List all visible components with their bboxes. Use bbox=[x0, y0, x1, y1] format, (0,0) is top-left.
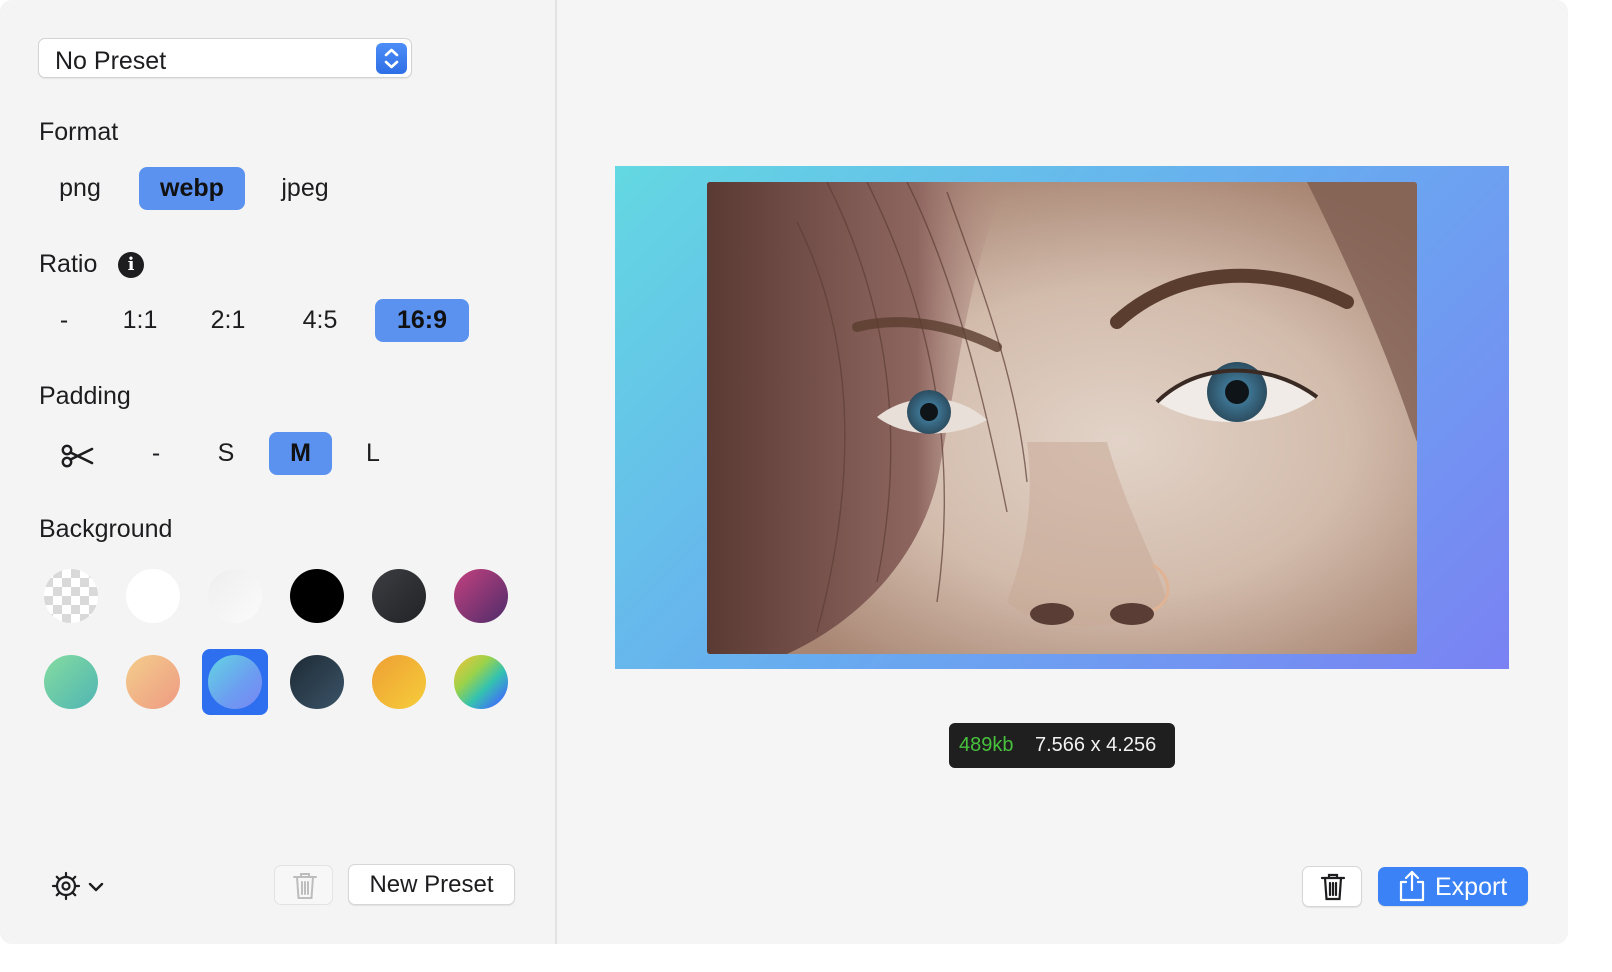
trash-icon bbox=[292, 871, 318, 908]
ratio-option-2-1[interactable]: 2:1 bbox=[198, 299, 258, 342]
ratio-option-4-5[interactable]: 4:5 bbox=[290, 299, 350, 342]
swatch-dark-slate[interactable] bbox=[284, 649, 350, 715]
export-button[interactable]: Export bbox=[1378, 867, 1528, 906]
select-stepper-icon bbox=[376, 43, 407, 74]
swatch-circle bbox=[44, 569, 98, 623]
swatch-peach[interactable] bbox=[120, 649, 186, 715]
swatch-circle bbox=[372, 655, 426, 709]
swatch-circle bbox=[290, 655, 344, 709]
preview-canvas bbox=[615, 166, 1509, 669]
preview-area: 489kb 7.566 x 4.256 Export bbox=[557, 0, 1568, 944]
padding-label: Padding bbox=[39, 382, 131, 410]
preset-select-value: No Preset bbox=[55, 47, 167, 75]
image-info-badge: 489kb 7.566 x 4.256 bbox=[949, 723, 1175, 768]
ratio-option-16-9[interactable]: 16:9 bbox=[375, 299, 469, 342]
swatch-rainbow[interactable] bbox=[448, 649, 514, 715]
delete-image-button[interactable] bbox=[1302, 866, 1362, 907]
padding-option-crop[interactable] bbox=[50, 432, 104, 475]
swatch-blue[interactable] bbox=[202, 649, 268, 715]
swatch-transparent[interactable] bbox=[38, 563, 104, 629]
app-window: No Preset Format png webp jpeg Ratio i -… bbox=[0, 0, 1568, 944]
delete-preset-button[interactable] bbox=[274, 865, 333, 905]
ratio-label: Ratio bbox=[39, 250, 98, 278]
swatch-light-gray[interactable] bbox=[202, 563, 268, 629]
format-label: Format bbox=[39, 118, 119, 146]
preset-select[interactable]: No Preset bbox=[38, 38, 412, 78]
preview-photo bbox=[707, 182, 1417, 654]
swatch-magenta[interactable] bbox=[448, 563, 514, 629]
settings-sidebar: No Preset Format png webp jpeg Ratio i -… bbox=[0, 0, 557, 944]
format-option-webp[interactable]: webp bbox=[139, 167, 245, 210]
image-dimensions: 7.566 x 4.256 bbox=[1035, 734, 1157, 756]
background-label: Background bbox=[39, 515, 173, 543]
scissors-icon bbox=[60, 440, 94, 483]
padding-option-l[interactable]: L bbox=[352, 432, 394, 475]
file-size: 489kb bbox=[959, 734, 1014, 756]
swatch-black[interactable] bbox=[284, 563, 350, 629]
export-label: Export bbox=[1435, 873, 1508, 901]
swatch-circle bbox=[126, 655, 180, 709]
info-icon[interactable]: i bbox=[118, 252, 144, 278]
new-preset-button[interactable]: New Preset bbox=[348, 864, 515, 905]
format-option-jpeg[interactable]: jpeg bbox=[262, 167, 348, 210]
swatch-green[interactable] bbox=[38, 649, 104, 715]
swatch-circle bbox=[208, 655, 262, 709]
swatch-circle bbox=[454, 569, 508, 623]
swatch-circle bbox=[44, 655, 98, 709]
padding-option-s[interactable]: S bbox=[205, 432, 247, 475]
chevron-down-icon bbox=[88, 880, 104, 898]
settings-menu-button[interactable] bbox=[50, 868, 110, 904]
swatch-white[interactable] bbox=[120, 563, 186, 629]
format-option-png[interactable]: png bbox=[40, 167, 120, 210]
swatch-circle bbox=[208, 569, 262, 623]
share-icon bbox=[1396, 869, 1428, 910]
padding-option-none[interactable]: - bbox=[136, 432, 176, 475]
swatch-circle bbox=[290, 569, 344, 623]
trash-icon bbox=[1320, 872, 1346, 909]
ratio-option-1-1[interactable]: 1:1 bbox=[110, 299, 170, 342]
gear-icon bbox=[50, 870, 82, 907]
padding-option-m[interactable]: M bbox=[269, 432, 332, 475]
swatch-orange[interactable] bbox=[366, 649, 432, 715]
ratio-option-none[interactable]: - bbox=[44, 299, 84, 342]
swatch-circle bbox=[126, 569, 180, 623]
swatch-dark-gray[interactable] bbox=[366, 563, 432, 629]
swatch-circle bbox=[454, 655, 508, 709]
swatch-circle bbox=[372, 569, 426, 623]
